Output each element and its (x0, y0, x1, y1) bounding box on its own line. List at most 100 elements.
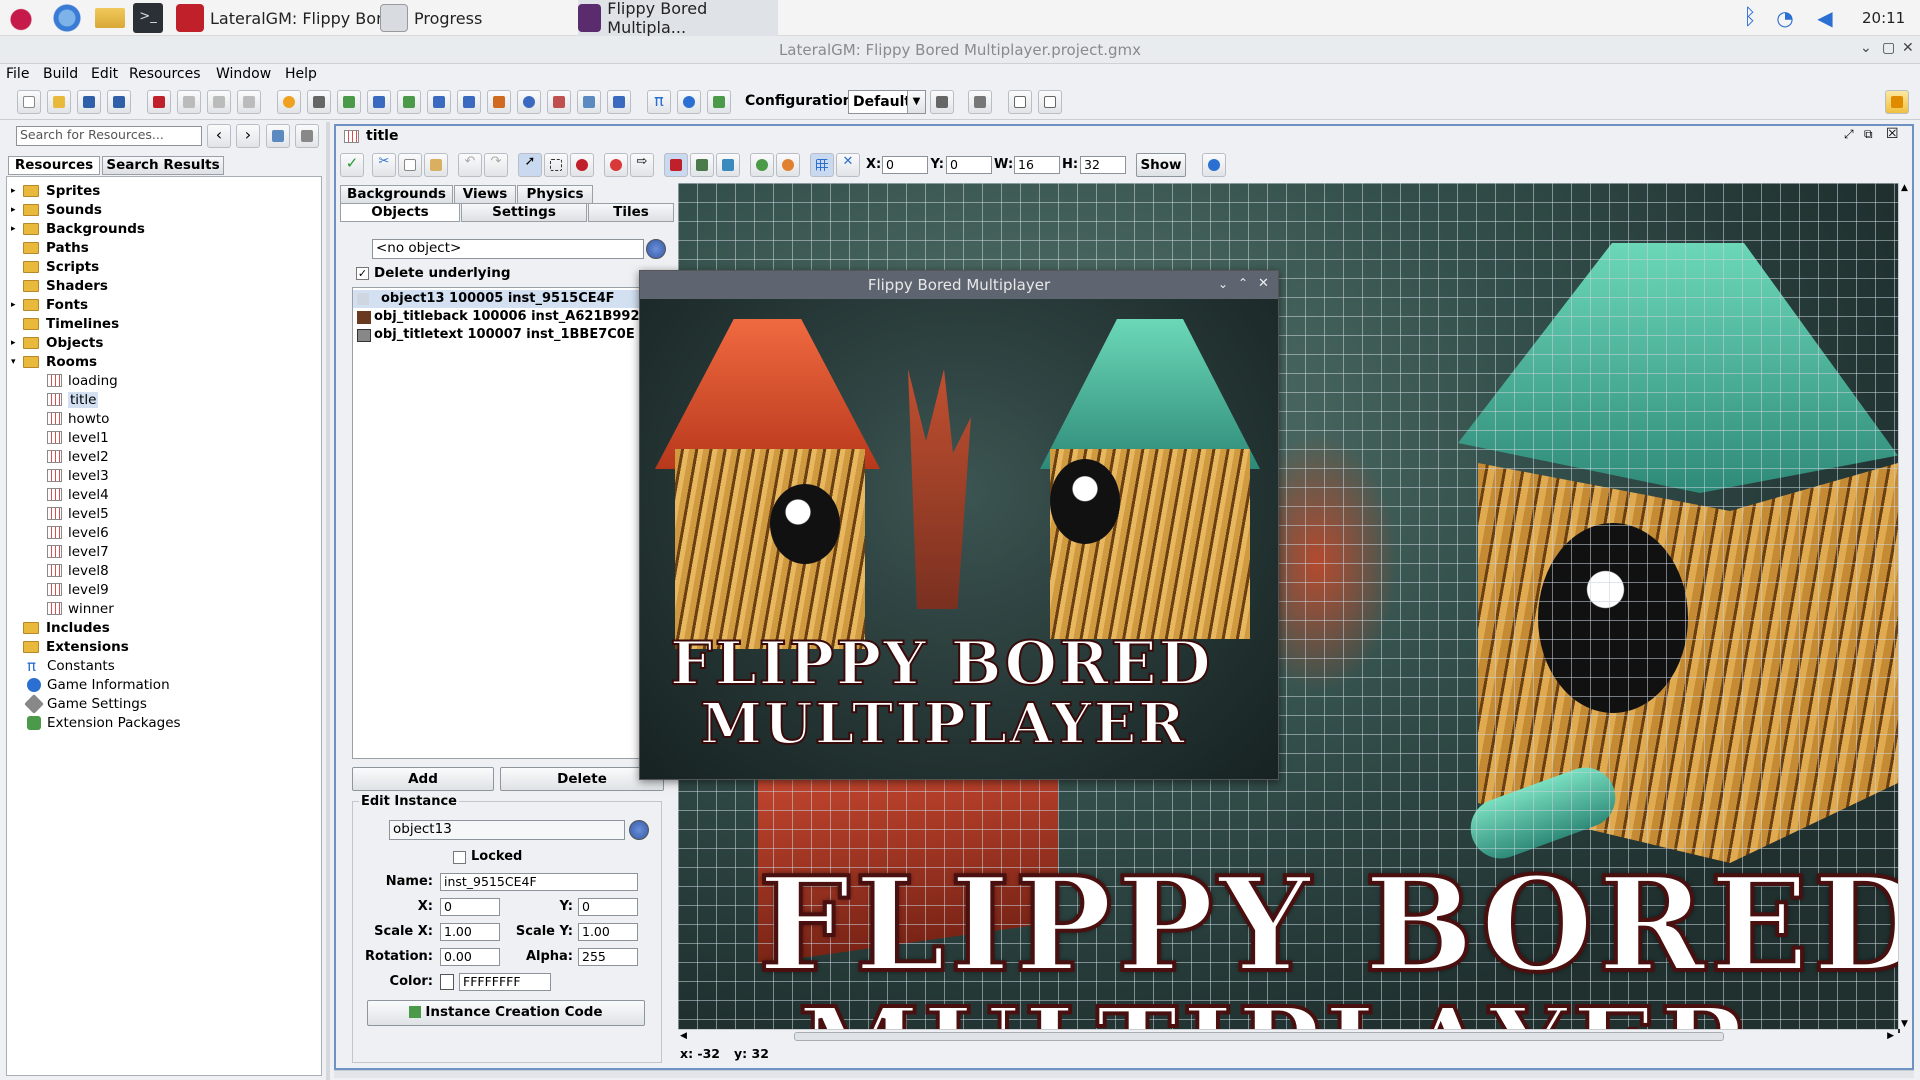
create-shader-icon[interactable] (427, 90, 451, 114)
create-font-icon[interactable] (457, 90, 481, 114)
room-item[interactable]: level7 (47, 542, 109, 561)
tab-views[interactable]: Views (454, 185, 516, 204)
scroll-left-icon[interactable]: ◀ (680, 1031, 687, 1041)
grid-h-input[interactable]: 32 (1080, 156, 1126, 174)
volume-icon[interactable]: ◀ (1810, 3, 1840, 33)
search-prev-icon[interactable]: ‹ (207, 124, 231, 148)
scale-x-input[interactable]: 1.00 (440, 923, 500, 941)
room-item[interactable]: howto (47, 409, 109, 428)
create-include-icon[interactable] (577, 90, 601, 114)
save-as-icon[interactable] (107, 90, 131, 114)
run-icon[interactable] (177, 90, 201, 114)
undo-icon[interactable]: ↶ (458, 153, 482, 177)
locked-checkbox[interactable] (453, 851, 466, 864)
splitter[interactable] (326, 122, 330, 1080)
tree-constants[interactable]: π Constants (27, 656, 115, 675)
browser-icon[interactable] (52, 3, 82, 33)
create-object-icon[interactable] (517, 90, 541, 114)
tab-objects[interactable]: Objects (340, 203, 460, 222)
maximize-icon[interactable]: ▢ (1882, 40, 1895, 56)
fullscreen-icon[interactable] (1038, 90, 1062, 114)
edit-configuration-icon[interactable] (930, 90, 954, 114)
create-sprite-icon[interactable] (277, 90, 301, 114)
raspberry-menu-icon[interactable] (6, 3, 36, 33)
game-information-icon[interactable] (677, 90, 701, 114)
room-item[interactable]: level1 (47, 428, 109, 447)
wifi-icon[interactable]: ◔ (1770, 3, 1800, 33)
create-background-icon[interactable] (337, 90, 361, 114)
tree-paths[interactable]: Paths (11, 238, 89, 257)
clock[interactable]: 20:11 (1862, 0, 1905, 36)
isometric-grid-icon[interactable]: ✕ (836, 153, 860, 177)
tab-search-results[interactable]: Search Results (102, 156, 224, 175)
help-icon[interactable] (1202, 153, 1226, 177)
scroll-up-icon[interactable]: ▲ (1901, 183, 1908, 193)
tree-sprites[interactable]: ▸ Sprites (11, 181, 100, 200)
scroll-thumb[interactable] (794, 1032, 1724, 1041)
zoom-in-icon[interactable] (750, 153, 774, 177)
constants-icon[interactable]: π (647, 90, 671, 114)
instance-creation-code-button[interactable]: Instance Creation Code (367, 1000, 645, 1026)
show-objects-icon[interactable] (664, 153, 688, 177)
grid-x-input[interactable]: 0 (882, 156, 928, 174)
redo-icon[interactable]: ↷ (484, 153, 508, 177)
tree-shaders[interactable]: Shaders (11, 276, 108, 295)
compile-icon[interactable] (237, 90, 261, 114)
alpha-input[interactable]: 255 (578, 948, 638, 966)
tab-physics[interactable]: Physics (517, 185, 593, 204)
room-item[interactable]: level6 (47, 523, 109, 542)
close-room-icon[interactable]: ☒ (1886, 126, 1899, 142)
tab-resources[interactable]: Resources (8, 156, 100, 175)
menu-resources[interactable]: Resources (129, 66, 201, 82)
room-item[interactable]: level3 (47, 466, 109, 485)
game-window[interactable]: Flippy Bored Multiplayer ⌄ ⌃ ✕ FLIPPY BO… (639, 270, 1279, 780)
horizontal-scrollbar[interactable]: ◀ ▶ (678, 1029, 1898, 1043)
tree-backgrounds[interactable]: ▸ Backgrounds (11, 219, 145, 238)
lightning-icon[interactable] (1885, 90, 1909, 114)
scroll-down-icon[interactable]: ▼ (1901, 1019, 1908, 1029)
marquee-tool-icon[interactable] (544, 153, 568, 177)
scale-y-input[interactable]: 1.00 (578, 923, 638, 941)
tab-tiles[interactable]: Tiles (588, 203, 674, 222)
room-item[interactable]: loading (47, 371, 118, 390)
layers-icon[interactable] (690, 153, 714, 177)
list-item[interactable]: obj_titleback 100006 inst_A621B992 (353, 308, 673, 326)
zoom-out-icon[interactable] (776, 153, 800, 177)
extension-packages-icon[interactable] (707, 90, 731, 114)
create-room-icon[interactable] (547, 90, 571, 114)
grid-y-input[interactable]: 0 (946, 156, 992, 174)
tree-scripts[interactable]: Scripts (11, 257, 99, 276)
minimize-icon[interactable]: ⌄ (1860, 40, 1872, 56)
tree-fonts[interactable]: ▸ Fonts (11, 295, 88, 314)
room-item[interactable]: level2 (47, 447, 109, 466)
show-button[interactable]: Show (1136, 153, 1186, 177)
color-swatch[interactable] (440, 974, 454, 990)
restore-icon[interactable]: ⤢ (1844, 127, 1854, 142)
menu-edit[interactable]: Edit (91, 66, 118, 82)
delete-underlying-checkbox[interactable]: ✓ (356, 267, 369, 280)
window-layout-icon[interactable] (1008, 90, 1032, 114)
tree-game-information[interactable]: Game Information (27, 675, 170, 694)
create-path-icon[interactable] (367, 90, 391, 114)
room-item[interactable]: level5 (47, 504, 109, 523)
menu-file[interactable]: File (6, 66, 29, 82)
taskbar-flippy[interactable]: Flippy Bored Multipla... (578, 0, 778, 37)
search-next-icon[interactable]: › (236, 124, 260, 148)
game-close-icon[interactable]: ✕ (1258, 276, 1269, 291)
paste-icon[interactable] (424, 153, 448, 177)
tree-includes[interactable]: Includes (11, 618, 110, 637)
create-sound-icon[interactable] (307, 90, 331, 114)
list-item[interactable]: obj_titletext 100007 inst_1BBE7C0E (353, 326, 673, 344)
game-maximize-icon[interactable]: ⌃ (1238, 276, 1248, 290)
instance-y-input[interactable]: 0 (578, 898, 638, 916)
select-tool-icon[interactable]: ➚ (518, 153, 542, 177)
create-timeline-icon[interactable] (487, 90, 511, 114)
stop-icon[interactable] (147, 90, 171, 114)
object-picker-icon[interactable] (646, 239, 666, 259)
debug-icon[interactable] (207, 90, 231, 114)
tree-extension-packages[interactable]: Extension Packages (27, 713, 181, 732)
menu-help[interactable]: Help (285, 66, 317, 82)
tab-settings[interactable]: Settings (461, 203, 587, 222)
view-icon[interactable] (716, 153, 740, 177)
search-filter-icon[interactable] (266, 124, 290, 148)
